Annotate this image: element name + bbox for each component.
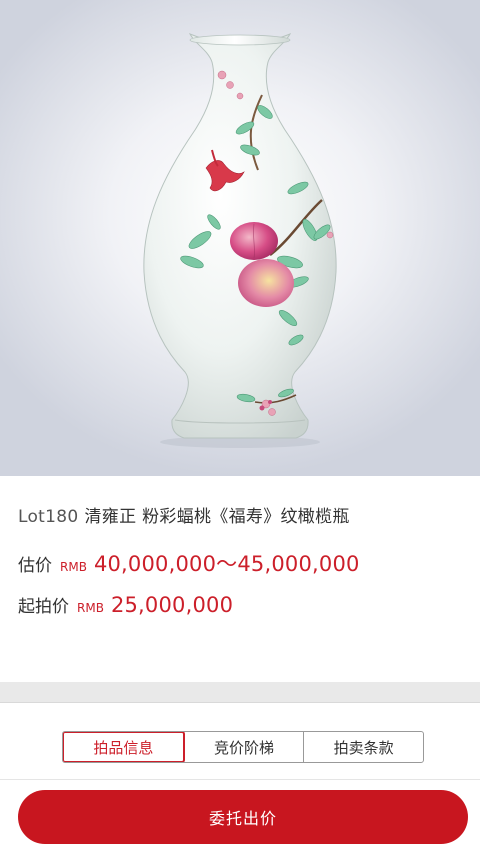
tabs-divider (0, 779, 480, 780)
lot-title: Lot180 清雍正 粉彩蝠桃《福寿》纹橄榄瓶 (18, 502, 350, 527)
estimate-currency: RMB (60, 560, 87, 574)
lot-name: 清雍正 粉彩蝠桃《福寿》纹橄榄瓶 (84, 507, 350, 527)
tab-lot-info[interactable]: 拍品信息 (63, 732, 185, 762)
section-divider (0, 682, 480, 702)
vase-illustration (143, 33, 337, 448)
absentee-bid-button[interactable]: 委托出价 (18, 790, 468, 844)
estimate-label: 估价 (18, 556, 52, 576)
lot-number: Lot180 (18, 507, 79, 527)
tab-bid-increments[interactable]: 竞价阶梯 (185, 732, 305, 762)
lot-detail-page: Lot180 清雍正 粉彩蝠桃《福寿》纹橄榄瓶 估价 RMB 40,000,000… (0, 0, 480, 853)
starting-price-row: 起拍价 RMB 25,000,000 (18, 592, 233, 617)
divider-line (0, 702, 480, 703)
starting-price-amount: 25,000,000 (110, 593, 234, 617)
detail-tabs: 拍品信息 竞价阶梯 拍卖条款 (62, 731, 424, 763)
tab-auction-terms[interactable]: 拍卖条款 (304, 732, 423, 762)
starting-price-label: 起拍价 (18, 597, 69, 617)
estimate-amount: 40,000,000～45,000,000 (93, 552, 360, 576)
lot-info: Lot180 清雍正 粉彩蝠桃《福寿》纹橄榄瓶 估价 RMB 40,000,000… (0, 476, 480, 682)
lot-image[interactable] (0, 0, 480, 476)
estimate-row: 估价 RMB 40,000,000～45,000,000 (18, 548, 360, 578)
starting-price-currency: RMB (77, 601, 104, 615)
